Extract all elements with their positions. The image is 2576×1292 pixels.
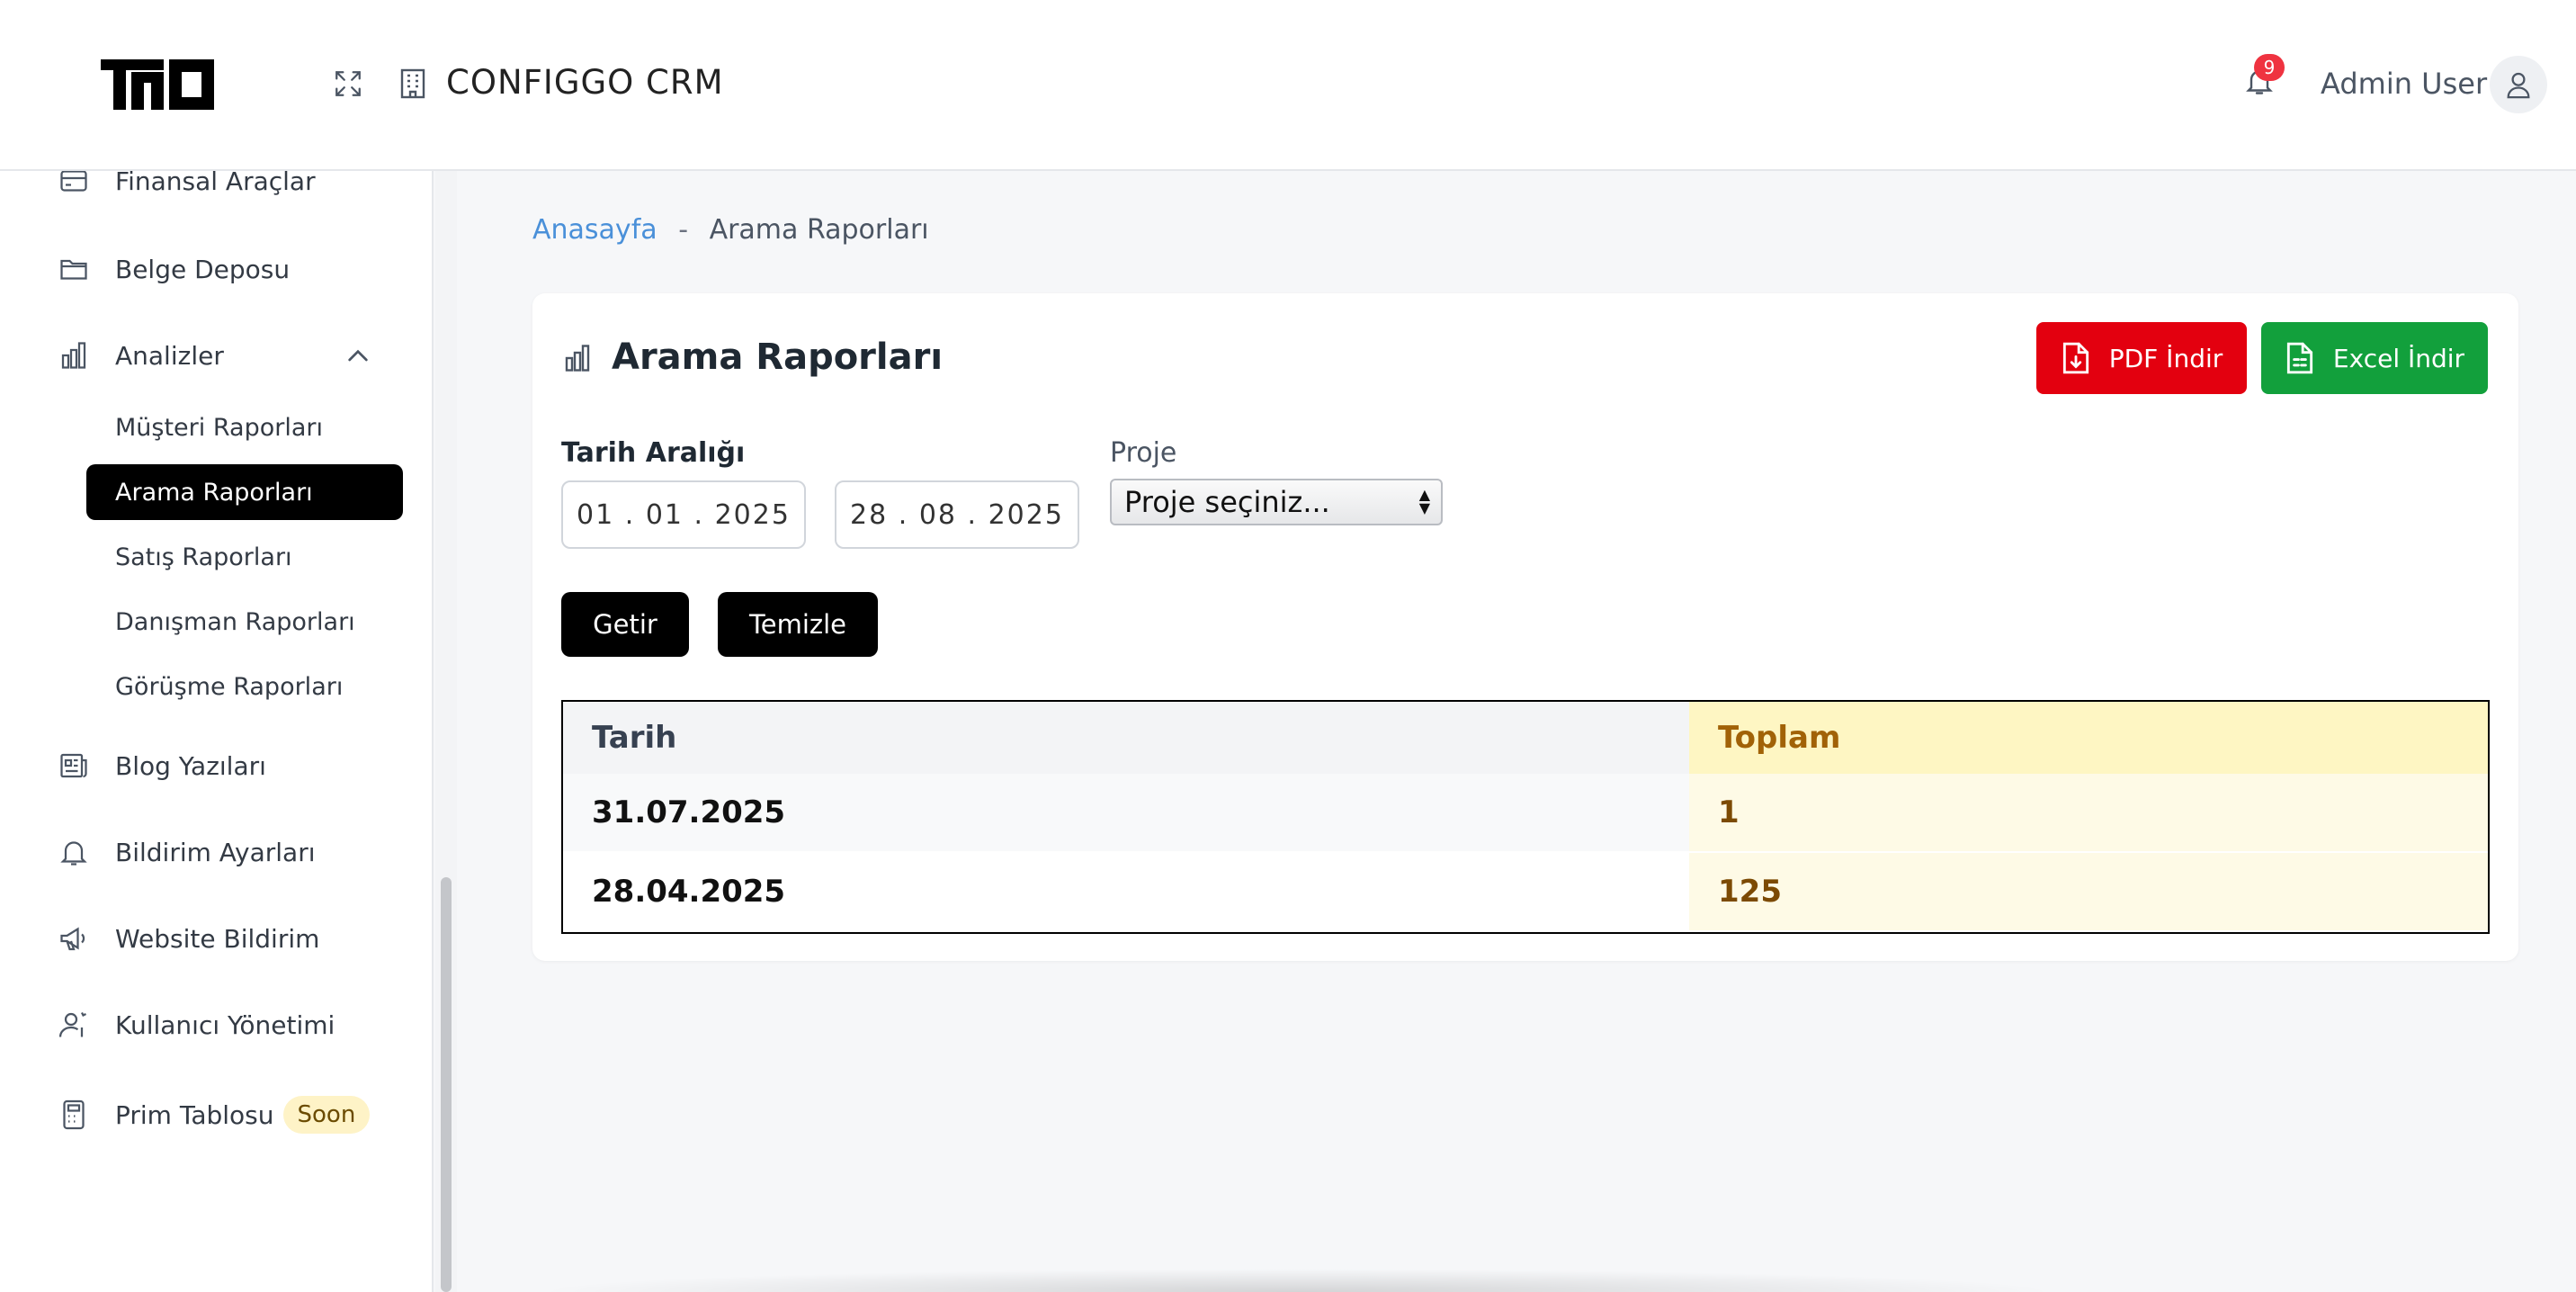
user-cog-icon: [58, 1011, 87, 1037]
clear-button[interactable]: Temizle: [718, 592, 878, 657]
bar-chart-icon: [565, 345, 590, 372]
calculator-icon: [63, 1099, 85, 1130]
avatar[interactable]: [2490, 56, 2547, 113]
sidebar-subitem-musteri-raporlari[interactable]: Müşteri Raporları: [86, 399, 403, 455]
sidebar-item-label: Website Bildirim: [115, 923, 320, 954]
project-select-value: Proje seçiniz...: [1124, 485, 1330, 519]
company-logo[interactable]: [101, 59, 214, 110]
pdf-download-label: PDF İndir: [2108, 343, 2223, 373]
excel-download-label: Excel İndir: [2332, 343, 2465, 373]
soon-badge: Soon: [282, 1096, 371, 1134]
sidebar-item-analizler[interactable]: Analizler: [58, 333, 224, 378]
excel-download-button[interactable]: Excel İndir: [2261, 322, 2488, 394]
sidebar-subitem-satis-raporlari[interactable]: Satış Raporları: [86, 529, 403, 585]
date-from-input[interactable]: 01 . 01 . 2025: [561, 480, 806, 549]
table-header-row: Tarih Toplam: [563, 702, 2488, 774]
sidebar-item-finansal-araclar[interactable]: Finansal Araçlar: [58, 171, 316, 203]
breadcrumb-current: Arama Raporları: [709, 214, 929, 246]
sidebar-item-label: Belge Deposu: [115, 254, 291, 284]
sidebar-scrollbar-thumb[interactable]: [441, 877, 452, 1292]
expand-icon[interactable]: [333, 68, 363, 99]
fetch-button[interactable]: Getir: [561, 592, 689, 657]
page-title: Arama Raporları: [612, 336, 944, 378]
notification-count-badge: 9: [2254, 54, 2285, 81]
date-range-label: Tarih Aralığı: [561, 437, 746, 469]
user-icon: [2507, 72, 2530, 99]
sidebar: Finansal Araçlar Belge Deposu Analizler …: [0, 171, 434, 1292]
bottom-shadow: [532, 1269, 2062, 1292]
credit-card-icon: [60, 171, 87, 192]
breadcrumb-home-link[interactable]: Anasayfa: [532, 214, 657, 246]
table-cell-total: 1: [1689, 774, 2488, 851]
project-select[interactable]: Proje seçiniz... ▲ ▼: [1110, 479, 1443, 525]
sidebar-item-website-bildirim[interactable]: Website Bildirim: [58, 916, 319, 961]
app-title: CONFIGGO CRM: [446, 63, 724, 102]
sidebar-item-label: Kullanıcı Yönetimi: [115, 1009, 335, 1040]
sidebar-item-label: Finansal Araçlar: [115, 171, 316, 196]
column-header-toplam: Toplam: [1689, 702, 2488, 774]
breadcrumb: Anasayfa - Arama Raporları: [532, 214, 929, 246]
sidebar-item-label: Bildirim Ayarları: [115, 837, 316, 867]
date-to-input[interactable]: 28 . 08 . 2025: [835, 480, 1079, 549]
report-table: Tarih Toplam 31.07.2025 1 28.04.2025 125: [561, 700, 2490, 934]
sidebar-item-blog-yazilari[interactable]: Blog Yazıları: [58, 743, 266, 788]
megaphone-icon: [60, 927, 85, 951]
sidebar-item-prim-tablosu[interactable]: Prim Tablosu Soon: [58, 1092, 371, 1137]
file-download-icon: [2062, 342, 2089, 374]
column-header-tarih: Tarih: [563, 702, 1689, 774]
building-icon: [400, 68, 425, 99]
spreadsheet-icon: [2286, 342, 2313, 374]
sidebar-item-kullanici-yonetimi[interactable]: Kullanıcı Yönetimi: [58, 1002, 335, 1047]
top-header: CONFIGGO CRM 9 Admin User: [0, 0, 2576, 171]
newspaper-icon: [60, 753, 87, 778]
sidebar-subitem-gorusme-raporlari[interactable]: Görüşme Raporları: [86, 659, 403, 714]
table-row: 28.04.2025 125: [563, 853, 2488, 930]
project-label: Proje: [1110, 437, 1177, 469]
table-cell-total: 125: [1689, 853, 2488, 930]
sidebar-item-belge-deposu[interactable]: Belge Deposu: [58, 247, 290, 292]
sidebar-subitem-arama-raporlari[interactable]: Arama Raporları: [86, 464, 403, 520]
pdf-download-button[interactable]: PDF İndir: [2036, 322, 2247, 394]
user-name[interactable]: Admin User: [2321, 67, 2487, 101]
sidebar-item-bildirim-ayarlari[interactable]: Bildirim Ayarları: [58, 830, 316, 875]
table-cell-date: 28.04.2025: [563, 853, 1689, 930]
select-arrows-icon: ▲ ▼: [1418, 486, 1430, 516]
sidebar-item-label: Prim Tablosu: [115, 1099, 274, 1130]
sidebar-item-label: Blog Yazıları: [115, 750, 266, 781]
table-cell-date: 31.07.2025: [563, 774, 1689, 851]
sidebar-subitem-danisman-raporlari[interactable]: Danışman Raporları: [86, 594, 403, 650]
report-card: Arama Raporları PDF İndir Excel İndir Ta…: [532, 293, 2518, 961]
bell-icon: [60, 841, 87, 866]
chevron-up-icon[interactable]: [344, 342, 372, 371]
folder-icon: [60, 259, 87, 280]
bar-chart-icon: [61, 342, 86, 369]
table-row: 31.07.2025 1: [563, 774, 2488, 851]
sidebar-item-label: Analizler: [115, 340, 224, 371]
breadcrumb-separator: -: [678, 214, 689, 246]
